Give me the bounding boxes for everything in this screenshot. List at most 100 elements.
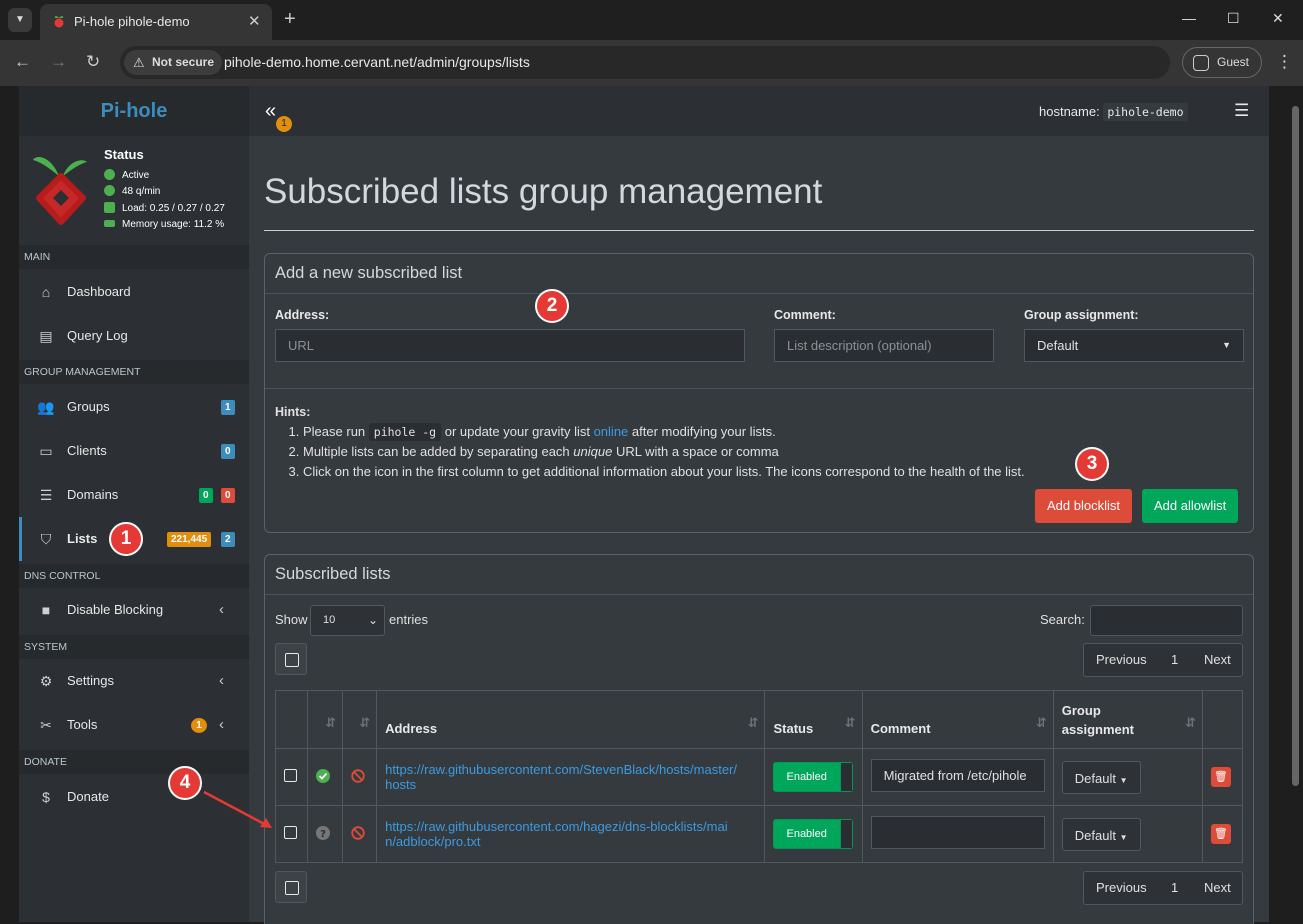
list-url-link[interactable]: https://raw.githubusercontent.com/Steven… xyxy=(385,762,737,792)
hint-2: Multiple lists can be added by separatin… xyxy=(303,442,1025,462)
health-cell: ? xyxy=(307,805,344,863)
comment-field[interactable]: Migrated from /etc/pihole xyxy=(870,759,1045,792)
col-group-label: Group assignment xyxy=(1061,702,1135,737)
section-system: SYSTEM xyxy=(19,635,249,659)
row-checkbox[interactable] xyxy=(284,769,297,782)
search-input[interactable] xyxy=(1090,605,1243,636)
subscribed-lists-box: Subscribed lists Show 10 ⌄ entries Search… xyxy=(264,554,1254,924)
status-toggle[interactable]: Enabled xyxy=(773,762,854,792)
section-donate: DONATE xyxy=(19,750,249,774)
active-dot-icon xyxy=(104,169,115,180)
add-blocklist-button[interactable]: Add blocklist xyxy=(1035,489,1132,523)
health-ok-icon[interactable] xyxy=(316,768,331,783)
address-cell: https://raw.githubusercontent.com/Steven… xyxy=(376,748,766,806)
add-allowlist-button[interactable]: Add allowlist xyxy=(1142,489,1239,523)
col-comment-label: Comment xyxy=(870,721,931,736)
section-main: MAIN xyxy=(19,245,249,269)
previous-button[interactable]: Previous xyxy=(1096,872,1147,904)
online-link[interactable]: online xyxy=(594,424,629,439)
new-tab-button[interactable]: + xyxy=(284,8,296,31)
comment-input[interactable]: List description (optional) xyxy=(774,329,994,362)
page-1-button[interactable]: 1 xyxy=(1171,644,1178,676)
group-select-value: Default xyxy=(1037,338,1079,353)
update-badge: 1 xyxy=(276,116,292,132)
maximize-icon[interactable]: ☐ xyxy=(1227,10,1240,27)
previous-button[interactable]: Previous xyxy=(1096,644,1147,676)
window-close-icon[interactable]: ✕ xyxy=(1272,10,1284,27)
select-all-top-button[interactable] xyxy=(275,643,307,675)
col-status-label: Status xyxy=(773,721,814,736)
sidebar-item-dashboard[interactable]: ⌂ Dashboard xyxy=(19,270,249,314)
tab-search-button[interactable]: ▼ xyxy=(8,8,32,32)
title-divider xyxy=(264,230,1254,231)
sidebar-item-settings[interactable]: ⚙ Settings ‹ xyxy=(19,659,249,703)
scrollbar-thumb[interactable] xyxy=(1292,106,1299,786)
page-scrollbar[interactable] xyxy=(1284,86,1303,922)
status-toggle[interactable]: Enabled xyxy=(773,819,854,849)
entries-select[interactable]: 10 ⌄ xyxy=(310,605,385,636)
pihole-logo-text[interactable]: Pi-hole xyxy=(19,86,249,136)
sidebar-item-label: Donate xyxy=(67,789,109,804)
browser-tab[interactable]: Pi-hole pihole-demo ✕ xyxy=(40,4,272,40)
browser-toolbar: ← → ↻ ⚠ Not secure pihole-demo.home.cerv… xyxy=(0,40,1303,86)
col-health[interactable]: ⇵ xyxy=(307,690,344,749)
gears-icon: ⚙ xyxy=(39,673,53,689)
actions-cell: 🗑 xyxy=(1201,805,1244,863)
url-line2: n/adblock/pro.txt xyxy=(385,834,481,849)
select-all-bottom-button[interactable] xyxy=(275,871,307,903)
status-active-label: Active xyxy=(122,170,150,181)
hostname-label: hostname: xyxy=(1039,104,1100,119)
tab-close-icon[interactable]: ✕ xyxy=(248,12,261,30)
col-group[interactable]: Group assignment ⇵ xyxy=(1052,690,1203,749)
address-bar[interactable]: ⚠ Not secure pihole-demo.home.cervant.ne… xyxy=(120,46,1170,79)
caret-down-icon: ▼ xyxy=(1222,340,1231,350)
page-1-button[interactable]: 1 xyxy=(1171,872,1178,904)
sidebar-item-disable-blocking[interactable]: ■ Disable Blocking ‹ xyxy=(19,588,249,632)
next-button[interactable]: Next xyxy=(1204,872,1231,904)
url-line1: https://raw.githubusercontent.com/hagezi… xyxy=(385,819,728,834)
profile-button[interactable]: Guest xyxy=(1182,47,1262,78)
hamburger-menu-icon[interactable]: ☰ xyxy=(1234,101,1249,121)
sidebar-item-clients[interactable]: ▭ Clients 0 xyxy=(19,429,249,473)
address-input[interactable]: URL xyxy=(275,329,745,362)
col-comment[interactable]: Comment ⇵ xyxy=(861,690,1054,749)
group-dropdown[interactable]: Default ▼ xyxy=(1061,760,1141,794)
hints: Hints: Please run pihole -g or update yo… xyxy=(275,402,1025,482)
next-button[interactable]: Next xyxy=(1204,644,1231,676)
list-url-link[interactable]: https://raw.githubusercontent.com/hagezi… xyxy=(385,819,728,849)
forward-icon[interactable]: → xyxy=(50,52,67,72)
comment-field[interactable] xyxy=(870,816,1045,849)
checkbox-icon xyxy=(285,881,299,895)
comment-label: Comment: xyxy=(774,308,836,322)
url-text[interactable]: pihole-demo.home.cervant.net/admin/group… xyxy=(224,54,530,70)
status-qps: 48 q/min xyxy=(104,185,160,199)
health-unknown-icon[interactable]: ? xyxy=(316,825,331,840)
row-select-cell xyxy=(274,748,309,806)
sidebar-item-tools[interactable]: ✂ Tools 1 ‹ xyxy=(19,703,249,747)
row-select-cell xyxy=(274,805,309,863)
col-address[interactable]: Address ⇵ xyxy=(376,690,766,749)
sidebar-item-label: Disable Blocking xyxy=(67,602,164,617)
col-type[interactable]: ⇵ xyxy=(342,690,378,749)
group-assignment-select[interactable]: Default ▼ xyxy=(1024,329,1244,362)
subscribed-lists-title: Subscribed lists xyxy=(265,555,1253,595)
delete-trash-icon[interactable]: 🗑 xyxy=(1210,767,1231,787)
security-chip[interactable]: ⚠ Not secure xyxy=(124,50,223,75)
status-memory: Memory usage: 11.2 % xyxy=(104,218,224,232)
group-dropdown[interactable]: Default ▼ xyxy=(1061,817,1141,851)
hint2-pre: Multiple lists can be added by separatin… xyxy=(303,444,570,459)
delete-trash-icon[interactable]: 🗑 xyxy=(1210,824,1231,844)
sidebar-item-groups[interactable]: 👥 Groups 1 xyxy=(19,385,249,429)
col-status[interactable]: Status ⇵ xyxy=(764,690,863,749)
annotation-marker-2: 2 xyxy=(535,289,569,323)
sidebar-item-domains[interactable]: ☰ Domains 0 0 xyxy=(19,473,249,517)
sidebar-item-query-log[interactable]: ▤ Query Log xyxy=(19,314,249,358)
back-icon[interactable]: ← xyxy=(14,52,31,72)
caret-down-icon: ▼ xyxy=(1119,775,1128,785)
row-checkbox[interactable] xyxy=(284,826,297,839)
reload-icon[interactable]: ↻ xyxy=(86,52,100,72)
hint2-em: unique xyxy=(573,444,613,459)
collapse-sidebar-icon[interactable]: « xyxy=(265,100,276,123)
browser-menu-icon[interactable]: ⋮ xyxy=(1276,52,1293,72)
minimize-icon[interactable]: — xyxy=(1182,10,1196,26)
